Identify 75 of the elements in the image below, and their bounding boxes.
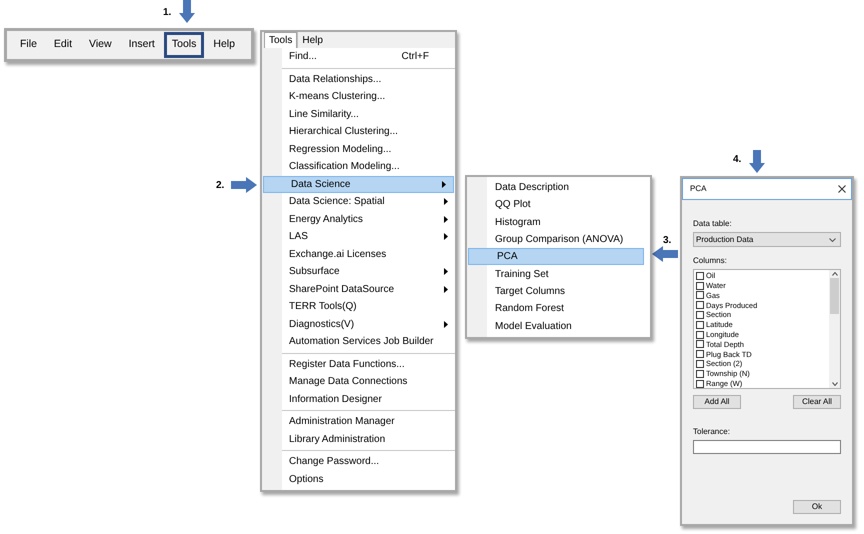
field-label: Data table: [693,218,733,230]
clear-all-button[interactable]: Clear All [793,395,841,409]
data-table-dropdown[interactable]: Production Data [693,232,841,247]
menu-item[interactable]: Energy Analytics [262,210,455,228]
checkbox[interactable] [696,340,704,348]
down-arrow-icon [749,150,765,173]
field-label: Columns: [693,255,728,267]
step-number: 3. [663,234,672,248]
menu-item[interactable]: TERR Tools(Q) [262,298,455,316]
chevron-down-icon [829,238,836,242]
menu-item[interactable]: Data Science [263,176,454,193]
menu-item[interactable]: Target Columns [467,282,650,300]
menu-item[interactable]: Classification Modeling... [262,158,455,176]
menu-bar-item[interactable]: Help [205,32,243,58]
menu-item[interactable]: Training Set [467,265,650,283]
menu-item[interactable]: Line Similarity... [262,106,455,123]
checkbox[interactable] [696,291,704,300]
menu-item[interactable]: Model Evaluation [467,317,650,335]
field-label: Tolerance: [693,426,731,438]
menu-item[interactable]: Information Designer [262,390,455,408]
checkbox[interactable] [696,360,704,368]
menu-item[interactable]: Random Forest [467,300,650,318]
left-arrow-icon [652,246,678,262]
menu-bar-item[interactable]: Edit [46,32,80,58]
menu-item[interactable]: Exchange.ai Licenses [262,246,455,263]
menu-item[interactable]: Manage Data Connections [262,373,455,390]
menu-item[interactable]: Diagnostics(V) [262,316,455,333]
step-number: 1. [163,6,172,20]
menu-bar-item[interactable]: Tools [164,32,204,58]
menu-item[interactable]: Options [262,470,455,488]
menu-item[interactable]: Hierarchical Clustering... [262,123,455,140]
menu-item[interactable]: Histogram [467,214,650,231]
checkbox[interactable] [696,272,704,280]
menu-item[interactable]: Regression Modeling... [262,140,455,158]
down-arrow-icon [179,0,195,23]
menu-item[interactable]: Data Relationships... [262,70,455,88]
menu-bar-item[interactable]: Insert [120,32,163,58]
add-all-button[interactable]: Add All [693,395,741,409]
menu-item[interactable]: Subsurface [262,263,455,280]
scrollbar[interactable] [829,270,840,388]
menu-tab[interactable]: Tools [264,32,298,48]
menu-item[interactable]: Data Description [467,179,650,196]
checkbox[interactable] [696,350,704,358]
checkbox[interactable] [696,282,704,290]
menu-bar-item[interactable]: File [12,32,45,58]
menu-item[interactable]: Find... Ctrl+F [262,48,455,66]
tolerance-input[interactable] [693,440,841,454]
ok-button[interactable]: Ok [793,500,841,514]
step-number: 4. [733,153,742,167]
menu-item[interactable]: SharePoint DataSource [262,280,455,298]
step-number: 2. [216,179,224,193]
menu-bar-item[interactable]: View [81,32,120,58]
menu-item[interactable]: K-means Clustering... [262,88,455,106]
menu-item[interactable]: Data Science: Spatial [262,193,455,210]
checkbox[interactable] [696,370,704,378]
scroll-up-icon[interactable] [832,272,838,276]
checkbox[interactable] [696,330,704,339]
checkbox[interactable] [696,301,704,310]
close-icon[interactable] [838,185,846,193]
checkbox[interactable] [696,311,704,320]
shortcut-text: Ctrl+F [402,50,429,64]
menu-item[interactable]: Automation Services Job Builder [262,333,455,350]
menu-item[interactable]: LAS [262,228,455,246]
menu-item[interactable]: Library Administration [262,430,455,448]
menu-item[interactable]: Change Password... [262,453,455,470]
menu-item[interactable]: Group Comparison (ANOVA) [467,230,650,248]
menu-item[interactable]: Register Data Functions... [262,356,455,373]
menu-item[interactable]: Administration Manager [262,413,455,430]
checkbox[interactable] [696,320,704,329]
menu-item[interactable]: QQ Plot [467,196,650,214]
menu-item[interactable]: PCA [468,248,644,266]
scroll-down-icon[interactable] [832,382,838,386]
right-arrow-icon [231,177,257,193]
checkbox[interactable] [696,380,704,388]
dialog-title: PCA [690,183,706,195]
